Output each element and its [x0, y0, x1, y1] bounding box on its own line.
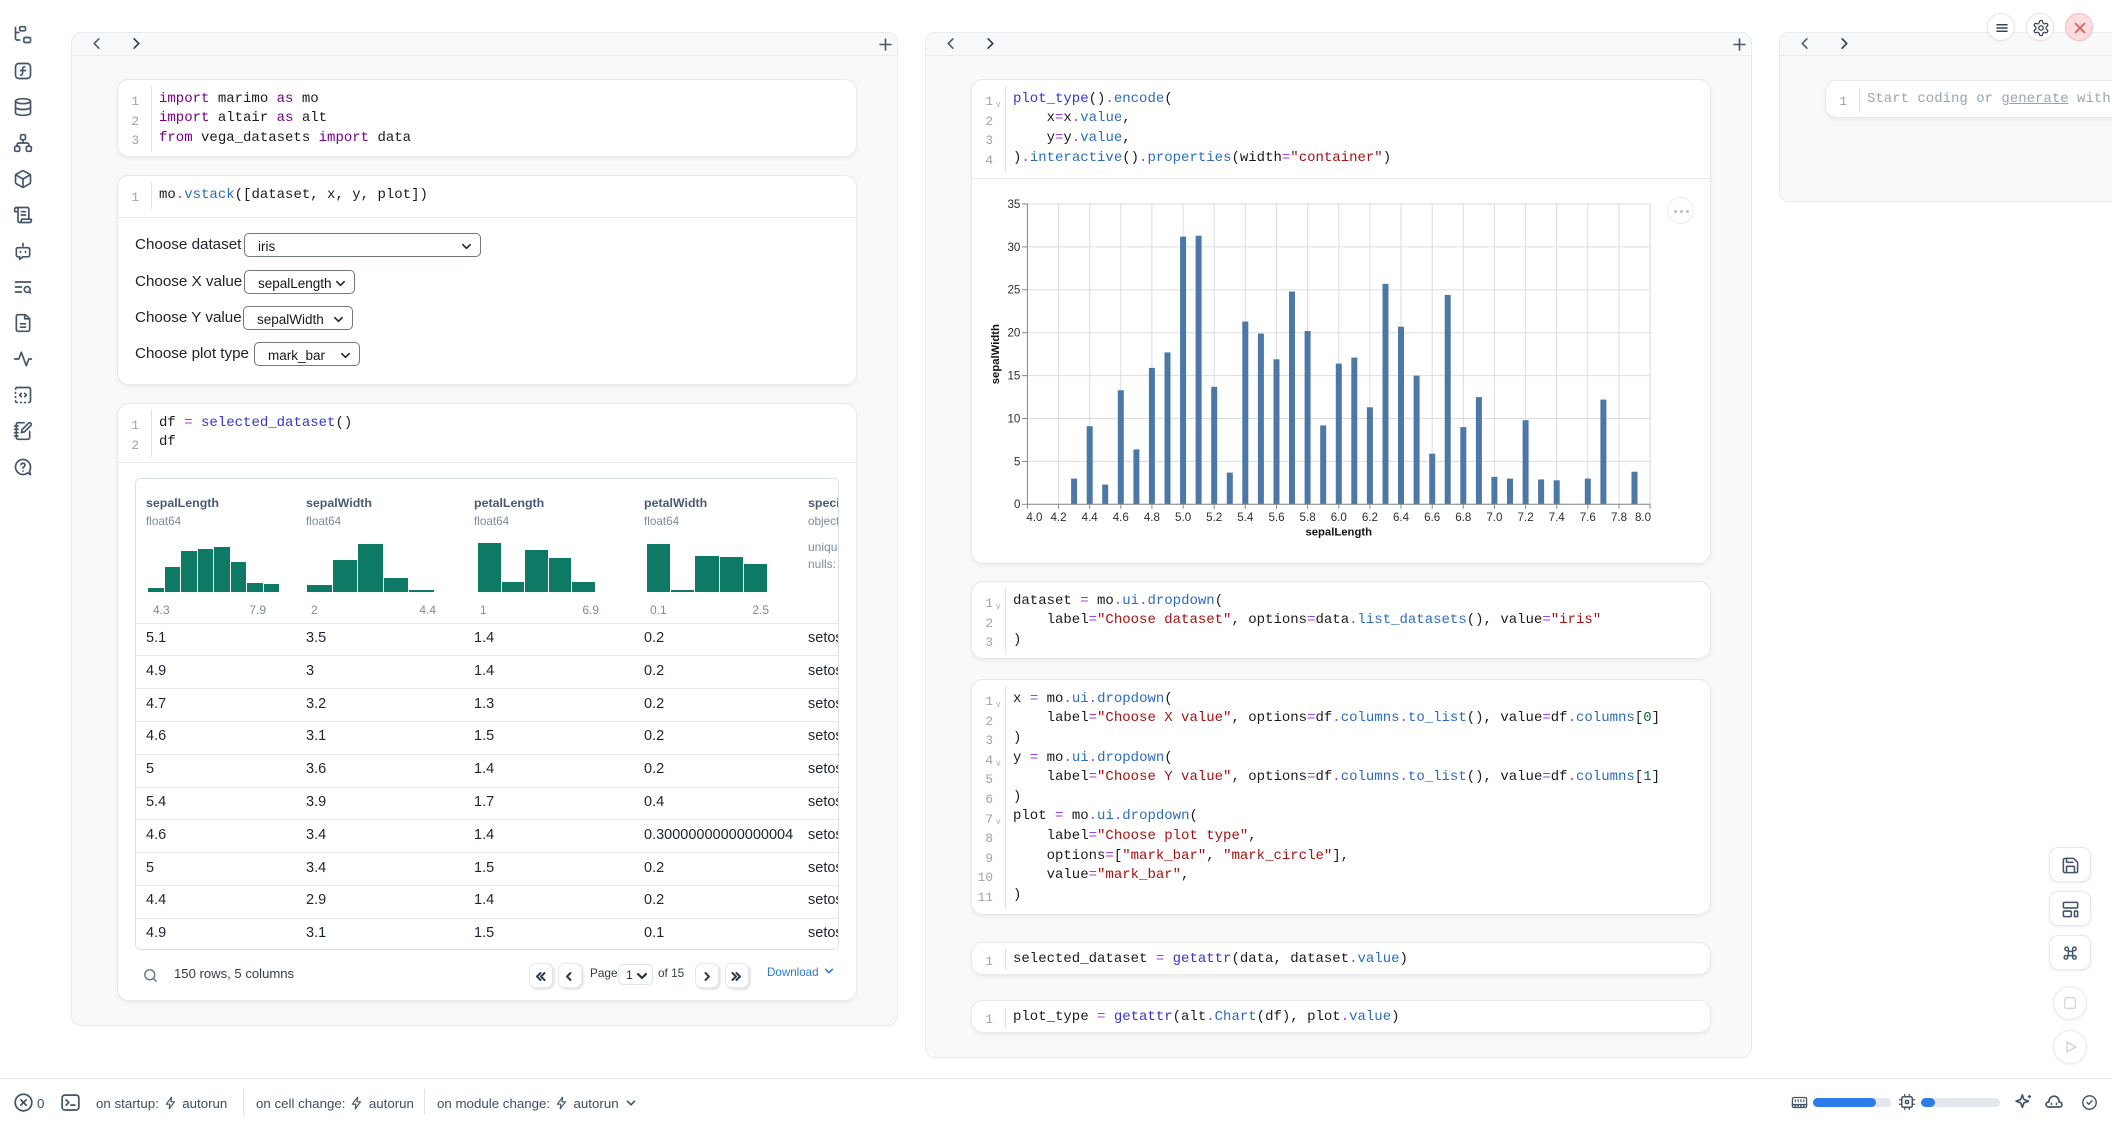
svg-text:sepalLength: sepalLength: [1305, 527, 1372, 539]
svg-text:4.4: 4.4: [1082, 511, 1099, 524]
svg-text:7.0: 7.0: [1486, 511, 1502, 524]
svg-text:8.0: 8.0: [1635, 511, 1651, 524]
svg-text:6.8: 6.8: [1455, 511, 1471, 524]
svg-text:7.2: 7.2: [1518, 511, 1534, 524]
svg-text:15: 15: [1007, 370, 1020, 383]
svg-text:5: 5: [1014, 455, 1020, 468]
svg-text:5.8: 5.8: [1300, 511, 1316, 524]
svg-text:0: 0: [1014, 498, 1020, 511]
svg-text:5.0: 5.0: [1175, 511, 1191, 524]
svg-text:6.4: 6.4: [1393, 511, 1410, 524]
svg-text:5.4: 5.4: [1237, 511, 1254, 524]
svg-text:6.2: 6.2: [1362, 511, 1378, 524]
svg-text:4.8: 4.8: [1144, 511, 1160, 524]
svg-text:7.8: 7.8: [1611, 511, 1627, 524]
svg-text:4.2: 4.2: [1050, 511, 1066, 524]
svg-text:sepalWidth: sepalWidth: [990, 324, 1002, 384]
svg-text:7.4: 7.4: [1549, 511, 1566, 524]
svg-text:25: 25: [1007, 284, 1020, 297]
svg-text:10: 10: [1007, 412, 1020, 425]
svg-text:20: 20: [1007, 327, 1020, 340]
svg-text:4.0: 4.0: [1026, 511, 1042, 524]
svg-text:6.0: 6.0: [1331, 511, 1347, 524]
svg-text:7.6: 7.6: [1580, 511, 1596, 524]
svg-text:6.6: 6.6: [1424, 511, 1440, 524]
svg-text:35: 35: [1007, 198, 1020, 211]
svg-text:4.6: 4.6: [1113, 511, 1129, 524]
svg-text:5.2: 5.2: [1206, 511, 1222, 524]
svg-text:30: 30: [1007, 241, 1020, 254]
svg-text:5.6: 5.6: [1268, 511, 1284, 524]
